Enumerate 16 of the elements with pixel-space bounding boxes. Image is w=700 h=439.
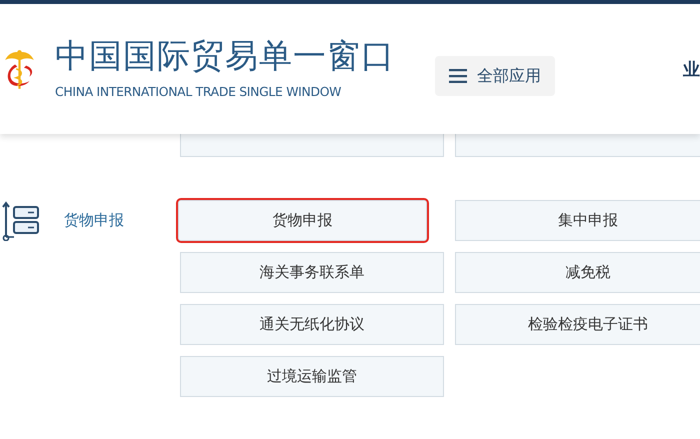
app-button[interactable]: 检验检疫电子证书 [455,304,700,345]
app-button[interactable]: 减免税 [455,252,700,293]
site-title: 中国国际贸易单一窗口 [55,36,395,76]
app-button[interactable]: 集中申报 [455,200,700,241]
nav-link[interactable]: 业 [683,60,700,80]
server-stack-icon [2,200,40,240]
app-button[interactable] [180,134,444,157]
app-button[interactable]: 通关无纸化协议 [180,304,444,345]
app-button[interactable]: 过境运输监管 [180,356,444,397]
app-button[interactable]: 海关事务联系单 [180,252,444,293]
all-apps-button[interactable]: 全部应用 [435,56,555,96]
app-button[interactable]: 货物申报 [178,200,427,241]
app-button[interactable] [455,134,700,157]
site-subtitle: CHINA INTERNATIONAL TRADE SINGLE WINDOW [55,84,342,98]
menu-icon [449,69,467,83]
category-label: 货物申报 [64,211,124,230]
